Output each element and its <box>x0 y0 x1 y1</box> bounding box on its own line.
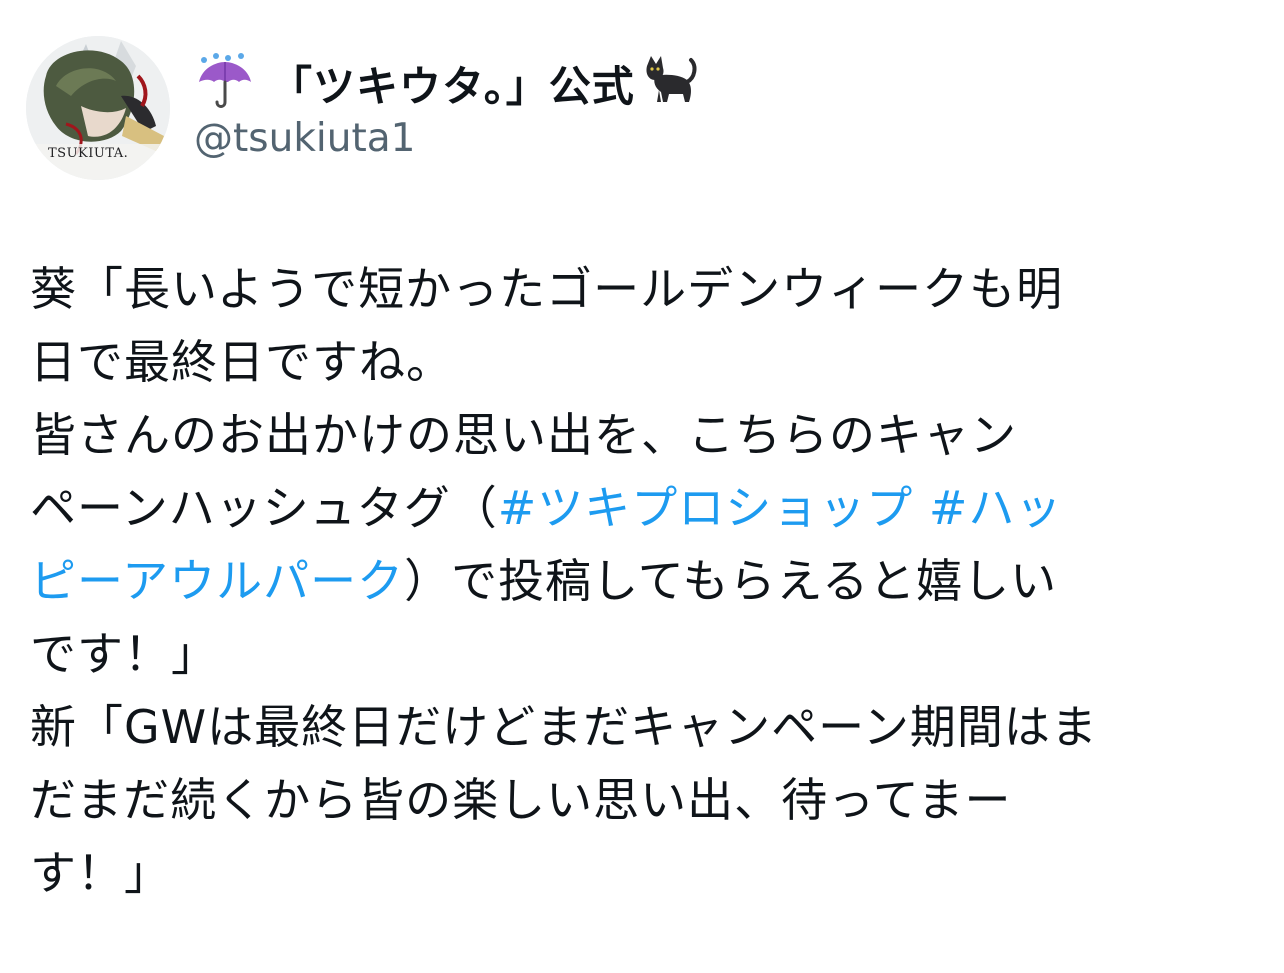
tweet-text-segment: です！」 <box>30 627 218 681</box>
tweet-line: ピーアウルパーク）で投稿してもらえると嬉しい <box>30 545 1270 618</box>
tweet-text: 葵「長いようで短かったゴールデンウィークも明 日で最終日ですね。皆さんのお出かけの… <box>30 253 1270 910</box>
tweet-text-segment: 葵「長いようで短かったゴールデンウィークも明 <box>30 262 1064 316</box>
tweet-header: TSUKIUTA. 「ツキウタ。」公式 @tsukiuta1 <box>26 36 1246 186</box>
tweet-line: です！」 <box>30 618 1270 691</box>
black-cat-icon <box>639 52 701 114</box>
avatar[interactable]: TSUKIUTA. <box>26 36 170 180</box>
tweet-line: す！」 <box>30 837 1270 910</box>
tweet-text-segment: ）で投稿してもらえると嬉しい <box>404 554 1058 608</box>
tweet-text-segment: だまだ続くから皆の楽しい思い出、待ってまー <box>30 773 1012 827</box>
tweet-text-segment: 新「GWは最終日だけどまだキャンペーン期間はま <box>30 700 1098 754</box>
tweet-line: 皆さんのお出かけの思い出を、こちらのキャン <box>30 399 1270 472</box>
user-handle[interactable]: @tsukiuta1 <box>194 116 415 161</box>
hashtag-link[interactable]: ピーアウルパーク <box>30 554 404 608</box>
tweet-line: 新「GWは最終日だけどまだキャンペーン期間はま <box>30 691 1270 764</box>
tweet-text-segment: す！」 <box>30 846 171 900</box>
hashtag-link[interactable]: #ハッ <box>929 481 1063 535</box>
tweet-line: 日で最終日ですね。 <box>30 326 1270 399</box>
tweet-line: ペーンハッシュタグ（#ツキプロショップ #ハッ <box>30 472 1270 545</box>
tweet-text-segment <box>913 481 929 535</box>
avatar-logo-text: TSUKIUTA. <box>48 146 129 161</box>
umbrella-with-rain-icon <box>194 52 256 114</box>
tweet-text-segment: 皆さんのお出かけの思い出を、こちらのキャン <box>30 408 1017 462</box>
tweet-line: 葵「長いようで短かったゴールデンウィークも明 <box>30 253 1270 326</box>
hashtag-link[interactable]: #ツキプロショップ <box>498 481 914 535</box>
display-name-row[interactable]: 「ツキウタ。」公式 <box>194 48 701 118</box>
tweet-text-segment: 日で最終日ですね。 <box>30 335 453 389</box>
tweet-line: だまだ続くから皆の楽しい思い出、待ってまー <box>30 764 1270 837</box>
display-name: 「ツキウタ。」公式 <box>270 61 635 111</box>
tweet-text-segment: ペーンハッシュタグ（ <box>30 481 498 535</box>
